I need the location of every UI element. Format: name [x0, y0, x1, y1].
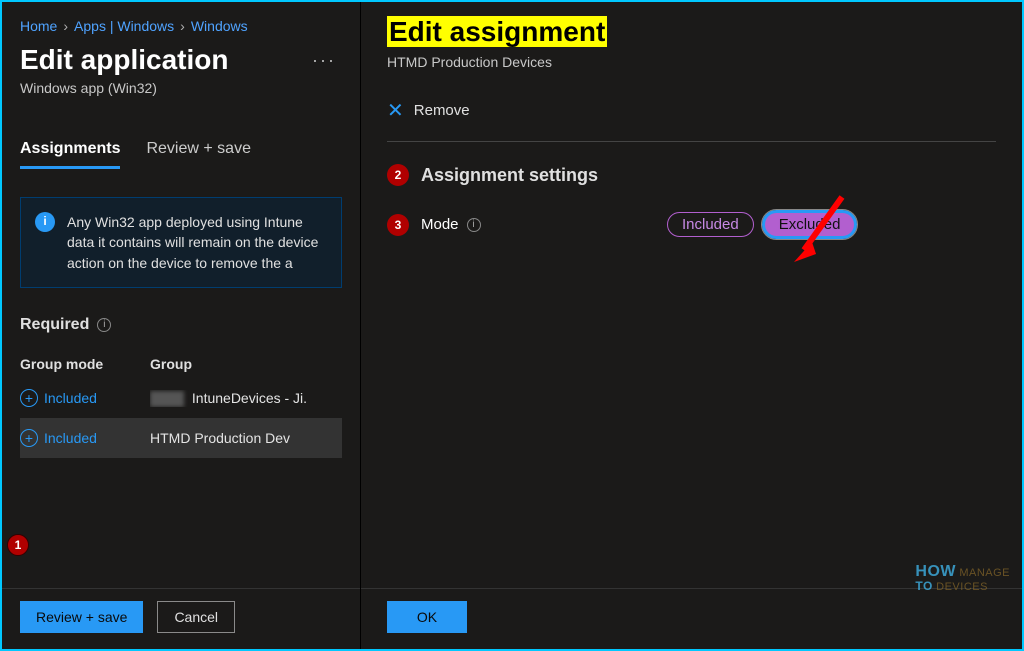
breadcrumb-home[interactable]: Home	[20, 18, 57, 34]
watermark-manage: MANAGE	[959, 567, 1010, 579]
tabs: Assignments Review + save	[20, 140, 342, 169]
divider	[387, 141, 996, 142]
annotation-badge-3: 3	[387, 214, 409, 236]
mode-label: Mode	[421, 216, 459, 233]
assignment-settings-label: Assignment settings	[421, 165, 598, 186]
chevron-right-icon: ›	[63, 18, 68, 34]
plus-circle-icon: +	[20, 429, 38, 447]
watermark-devices: DEVICES	[936, 581, 988, 593]
ok-button[interactable]: OK	[387, 601, 467, 633]
flyout-title: Edit assignment	[387, 16, 607, 47]
annotation-badge-1: 1	[7, 534, 29, 556]
info-callout: i Any Win32 app deployed using Intune da…	[20, 197, 342, 288]
close-icon: ✕	[387, 98, 404, 123]
table-row[interactable]: + Included HTMD Production Dev	[20, 418, 342, 458]
annotation-badge-2: 2	[387, 164, 409, 186]
flyout-footer: OK	[361, 588, 1022, 649]
assignments-table: Group mode Group + Included IntuneDevice…	[20, 356, 342, 458]
column-group-mode: Group mode	[20, 356, 150, 372]
remove-label: Remove	[414, 102, 470, 119]
left-footer: Review + save Cancel	[2, 588, 360, 649]
more-options-icon[interactable]: ···	[306, 50, 342, 71]
watermark-how: HOW	[915, 563, 956, 580]
breadcrumb-apps[interactable]: Apps | Windows	[74, 18, 174, 34]
tab-review-save[interactable]: Review + save	[146, 140, 251, 169]
tab-assignments[interactable]: Assignments	[20, 140, 120, 169]
info-icon[interactable]: i	[467, 218, 481, 232]
page-subtitle: Windows app (Win32)	[20, 80, 342, 96]
mode-toggle: Included Excluded	[667, 210, 857, 239]
review-save-button[interactable]: Review + save	[20, 601, 143, 633]
page-title: Edit application	[20, 44, 228, 76]
table-row[interactable]: + Included IntuneDevices - Ji.	[20, 378, 342, 418]
watermark-to: TO	[915, 579, 932, 593]
assignment-settings-header: 2 Assignment settings	[387, 164, 996, 186]
mode-included-option[interactable]: Included	[667, 212, 754, 237]
left-panel: Home › Apps | Windows › Windows Edit app…	[2, 2, 360, 649]
mode-excluded-option[interactable]: Excluded	[762, 210, 858, 239]
breadcrumb: Home › Apps | Windows › Windows	[20, 18, 342, 34]
info-icon: i	[35, 212, 55, 232]
cancel-button[interactable]: Cancel	[157, 601, 235, 633]
edit-assignment-flyout: Edit assignment HTMD Production Devices …	[360, 2, 1022, 649]
redacted-text	[150, 391, 184, 407]
group-name: HTMD Production Dev	[150, 430, 342, 446]
remove-button[interactable]: ✕ Remove	[387, 98, 996, 123]
column-group: Group	[150, 356, 342, 372]
mode-value: Included	[44, 390, 97, 406]
info-text: Any Win32 app deployed using Intune data…	[67, 212, 327, 273]
watermark: HOW MANAGE TO DEVICES	[915, 564, 1010, 593]
chevron-right-icon: ›	[180, 18, 185, 34]
info-icon[interactable]: i	[97, 318, 111, 332]
plus-circle-icon: +	[20, 389, 38, 407]
section-required: Required	[20, 316, 89, 334]
flyout-subtitle: HTMD Production Devices	[387, 54, 996, 70]
group-name: IntuneDevices - Ji.	[192, 390, 307, 406]
mode-value: Included	[44, 430, 97, 446]
breadcrumb-windows[interactable]: Windows	[191, 18, 248, 34]
